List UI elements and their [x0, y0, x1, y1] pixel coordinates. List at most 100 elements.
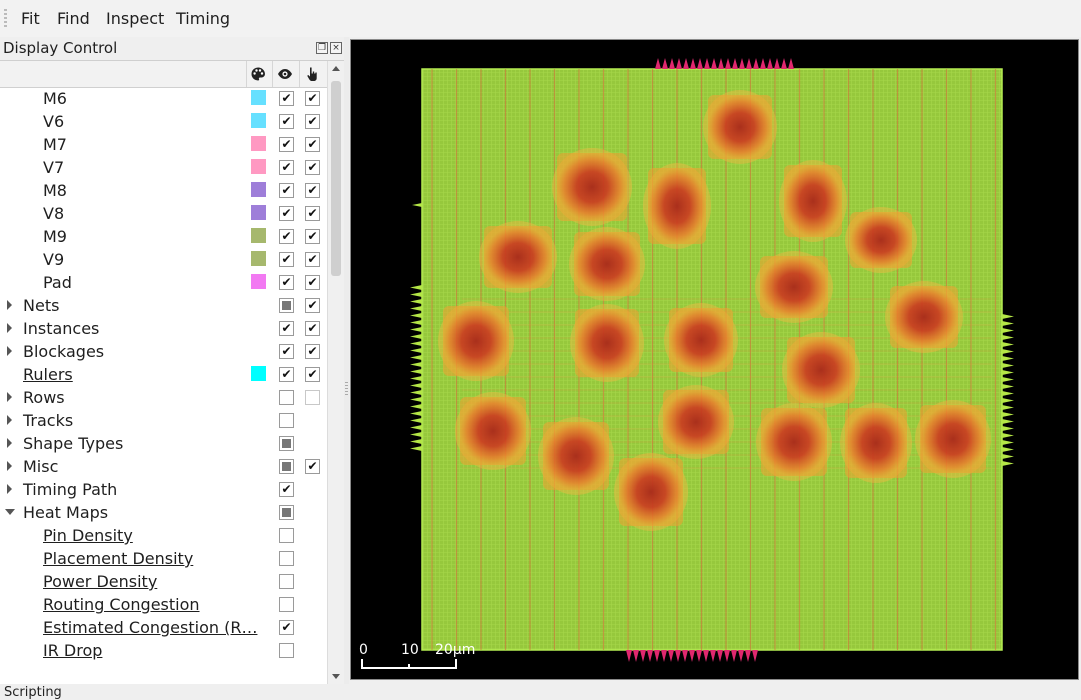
selectable-checkbox[interactable]: ✔: [305, 252, 320, 267]
visible-checkbox[interactable]: [279, 643, 294, 658]
tree-row-routing-congestion[interactable]: Routing Congestion: [0, 593, 327, 616]
expand-arrow-icon[interactable]: [7, 300, 12, 310]
visible-checkbox[interactable]: ✔: [279, 160, 294, 175]
tree-row-m6[interactable]: M6 ✔ ✔: [0, 87, 327, 110]
scroll-down-icon[interactable]: [332, 674, 340, 679]
color-swatch[interactable]: [251, 251, 266, 266]
tree-row-v9[interactable]: V9 ✔ ✔: [0, 248, 327, 271]
visible-checkbox[interactable]: ✔: [279, 206, 294, 221]
visible-checkbox[interactable]: [279, 298, 294, 313]
visible-checkbox[interactable]: [279, 390, 294, 405]
tree-row-ir-drop[interactable]: IR Drop: [0, 639, 327, 662]
tree-row-pad[interactable]: Pad ✔ ✔: [0, 271, 327, 294]
selectable-checkbox[interactable]: ✔: [305, 344, 320, 359]
selectable-checkbox[interactable]: ✔: [305, 206, 320, 221]
visible-checkbox[interactable]: [279, 597, 294, 612]
visible-checkbox[interactable]: ✔: [279, 367, 294, 382]
tree-row-m8[interactable]: M8 ✔ ✔: [0, 179, 327, 202]
menu-find[interactable]: Find: [57, 9, 90, 29]
visible-checkbox[interactable]: ✔: [279, 252, 294, 267]
tree-row-rows[interactable]: Rows: [0, 386, 327, 409]
collapse-arrow-icon[interactable]: [5, 509, 15, 515]
color-swatch[interactable]: [251, 228, 266, 243]
visible-checkbox[interactable]: [279, 574, 294, 589]
visible-checkbox[interactable]: ✔: [279, 482, 294, 497]
color-swatch[interactable]: [251, 366, 266, 381]
visible-checkbox[interactable]: ✔: [279, 321, 294, 336]
tree-scrollbar[interactable]: [327, 61, 344, 685]
color-swatch[interactable]: [251, 113, 266, 128]
expand-arrow-icon[interactable]: [7, 346, 12, 356]
expand-arrow-icon[interactable]: [7, 484, 12, 494]
color-swatch[interactable]: [251, 182, 266, 197]
layout-viewer[interactable]: 0 10 20μm: [350, 39, 1079, 680]
selectable-checkbox[interactable]: ✔: [305, 229, 320, 244]
tree-row-pin-density[interactable]: Pin Density: [0, 524, 327, 547]
selectable-checkbox[interactable]: ✔: [305, 321, 320, 336]
color-swatch[interactable]: [251, 159, 266, 174]
expand-arrow-icon[interactable]: [7, 438, 12, 448]
io-pad: [410, 425, 422, 430]
menu-fit[interactable]: Fit: [21, 9, 40, 29]
selectable-checkbox[interactable]: ✔: [305, 298, 320, 313]
float-dock-icon[interactable]: ❐: [316, 42, 328, 54]
selectable-checkbox[interactable]: ✔: [305, 91, 320, 106]
tree-row-instances[interactable]: Instances ✔ ✔: [0, 317, 327, 340]
tree-row-misc[interactable]: Misc ✔: [0, 455, 327, 478]
visible-checkbox[interactable]: ✔: [279, 114, 294, 129]
tree-row-v8[interactable]: V8 ✔ ✔: [0, 202, 327, 225]
visible-checkbox[interactable]: [279, 551, 294, 566]
selectable-checkbox[interactable]: ✔: [305, 183, 320, 198]
visible-checkbox[interactable]: [279, 505, 294, 520]
tree-row-estimated-congestion-r[interactable]: Estimated Congestion (R… ✔: [0, 616, 327, 639]
color-swatch[interactable]: [251, 274, 266, 289]
color-swatch[interactable]: [251, 205, 266, 220]
visible-checkbox[interactable]: [279, 528, 294, 543]
selectable-checkbox[interactable]: ✔: [305, 459, 320, 474]
selectable-checkbox[interactable]: ✔: [305, 114, 320, 129]
visible-checkbox[interactable]: ✔: [279, 183, 294, 198]
tree-row-rulers[interactable]: Rulers ✔ ✔: [0, 363, 327, 386]
menu-inspect[interactable]: Inspect: [106, 9, 164, 29]
tree-row-v7[interactable]: V7 ✔ ✔: [0, 156, 327, 179]
dock-splitter[interactable]: [344, 37, 349, 687]
expand-arrow-icon[interactable]: [7, 392, 12, 402]
visible-checkbox[interactable]: ✔: [279, 620, 294, 635]
scroll-up-icon[interactable]: [332, 66, 340, 71]
color-swatch[interactable]: [251, 136, 266, 151]
visible-checkbox[interactable]: ✔: [279, 229, 294, 244]
selectable-checkbox[interactable]: ✔: [305, 275, 320, 290]
tree-row-label: V7: [43, 158, 65, 177]
visible-checkbox[interactable]: ✔: [279, 344, 294, 359]
selectable-checkbox[interactable]: [305, 390, 320, 405]
tree-row-power-density[interactable]: Power Density: [0, 570, 327, 593]
toolbar-grip[interactable]: [4, 9, 7, 29]
tree-row-tracks[interactable]: Tracks: [0, 409, 327, 432]
expand-arrow-icon[interactable]: [7, 461, 12, 471]
color-swatch[interactable]: [251, 90, 266, 105]
selectable-checkbox[interactable]: ✔: [305, 137, 320, 152]
expand-arrow-icon[interactable]: [7, 415, 12, 425]
menu-timing[interactable]: Timing: [176, 9, 230, 29]
selectable-checkbox[interactable]: ✔: [305, 160, 320, 175]
visible-checkbox[interactable]: ✔: [279, 137, 294, 152]
visible-checkbox[interactable]: ✔: [279, 91, 294, 106]
visible-checkbox[interactable]: [279, 413, 294, 428]
tree-row-shape-types[interactable]: Shape Types: [0, 432, 327, 455]
tree-row-heat-maps[interactable]: Heat Maps: [0, 501, 327, 524]
tree-row-blockages[interactable]: Blockages ✔ ✔: [0, 340, 327, 363]
visible-checkbox[interactable]: ✔: [279, 275, 294, 290]
tree-row-timing-path[interactable]: Timing Path ✔: [0, 478, 327, 501]
tree-row-m9[interactable]: M9 ✔ ✔: [0, 225, 327, 248]
visible-checkbox[interactable]: [279, 459, 294, 474]
close-dock-icon[interactable]: ×: [330, 42, 342, 54]
scroll-thumb[interactable]: [331, 81, 341, 276]
expand-arrow-icon[interactable]: [7, 323, 12, 333]
tree-row-nets[interactable]: Nets ✔: [0, 294, 327, 317]
visible-checkbox[interactable]: [279, 436, 294, 451]
tree-row-v6[interactable]: V6 ✔ ✔: [0, 110, 327, 133]
tree-row-m7[interactable]: M7 ✔ ✔: [0, 133, 327, 156]
tree-row-placement-density[interactable]: Placement Density: [0, 547, 327, 570]
selectable-checkbox[interactable]: ✔: [305, 367, 320, 382]
layout-canvas[interactable]: [351, 40, 1079, 680]
